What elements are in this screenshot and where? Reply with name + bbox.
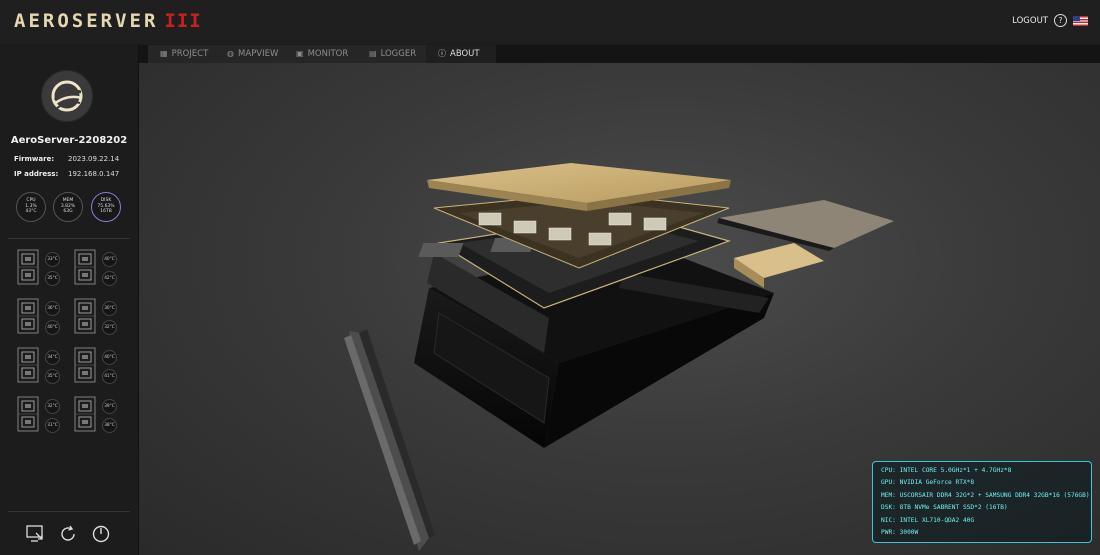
- sidebar: AeroServer-2208202 Firmware: 2023.09.22.1…: [0, 44, 139, 555]
- 3d-viewport[interactable]: CPU: INTEL CORE 5.0GHz*1 + 4.7GHz*8 GPU:…: [139, 63, 1100, 555]
- tab-label: MONITOR: [307, 49, 349, 59]
- clipboard-icon: ▤: [369, 49, 377, 58]
- tab-mapview[interactable]: ◍ MAPVIEW: [215, 45, 291, 63]
- gpu-chip-icon: [74, 347, 98, 383]
- gpu-temp-badge: 42°C: [102, 271, 117, 286]
- gpu-temp-badge: 35°C: [45, 271, 60, 286]
- us-flag-icon[interactable]: [1073, 15, 1088, 26]
- gpu-temp-badge: 40°C: [102, 350, 117, 365]
- tab-about[interactable]: ⓘ ABOUT: [426, 45, 496, 63]
- grid-icon: ▦: [160, 49, 168, 58]
- gpu-temp-badge: 30°C: [102, 301, 117, 316]
- gpu-temp-badge: 41°C: [102, 369, 117, 384]
- app-logo: AEROSERVER III: [14, 10, 202, 32]
- mem-gauge: MEM 3.82% 63G: [53, 192, 83, 222]
- tab-label: LOGGER: [380, 49, 417, 59]
- gpu-temp-badge: 32°C: [45, 399, 60, 414]
- usage-gauges: CPU 1.3% 43°C MEM 3.82% 63G DISK 75.63% 16TB: [16, 192, 126, 222]
- gpu-temp-badge: 33°C: [45, 252, 60, 267]
- gpu-chip-icon: [74, 298, 98, 334]
- disk-gauge: DISK 75.63% 16TB: [91, 192, 121, 222]
- gpu-chip-icon: [17, 298, 41, 334]
- gpu-chip-icon: [74, 396, 98, 432]
- gpu-chip-icon: [17, 347, 41, 383]
- gpu-chip-icon: [74, 249, 98, 285]
- tab-project[interactable]: ▦ PROJECT: [148, 45, 224, 63]
- remote-desktop-icon[interactable]: [25, 524, 45, 544]
- tab-label: PROJECT: [171, 49, 209, 59]
- avatar: [41, 70, 93, 122]
- gpu-temp-badge: 34°C: [45, 350, 60, 365]
- spec-nic: NIC: INTEL XL710-QDA2 40G: [881, 516, 975, 524]
- tab-logger[interactable]: ▤ LOGGER: [357, 45, 433, 63]
- tab-bar: ▦ PROJECT ◍ MAPVIEW ▣ MONITOR ▤ LOGGER ⓘ ABOU…: [139, 45, 1100, 63]
- power-icon[interactable]: [91, 524, 111, 544]
- gpu-temp-badge: 35°C: [45, 369, 60, 384]
- header-actions: LOGOUT ?: [1012, 14, 1088, 27]
- info-icon: ⓘ: [438, 49, 446, 58]
- ip-row: IP address: 192.168.0.147: [14, 170, 119, 178]
- question-circle-icon[interactable]: ?: [1054, 14, 1067, 27]
- refresh-icon[interactable]: [58, 524, 78, 544]
- gpu-temp-badge: 39°C: [102, 399, 117, 414]
- spec-gpu: GPU: NVIDIA GeForce RTX*8: [881, 479, 975, 487]
- server-name: AeroServer-2208202: [10, 135, 128, 146]
- gpu-temp-badge: 40°C: [45, 320, 60, 335]
- globe-icon: ◍: [227, 49, 234, 58]
- cpu-gauge: CPU 1.3% 43°C: [16, 192, 46, 222]
- gpu-chip-icon: [17, 396, 41, 432]
- gpu-temp-badge: 38°C: [102, 418, 117, 433]
- gpu-chip-icon: [17, 249, 41, 285]
- spec-power: PWR: 3000W: [881, 529, 919, 537]
- gpu-temp-badge: 32°C: [102, 320, 117, 335]
- divider: [8, 238, 130, 239]
- logo-text: AEROSERVER: [14, 10, 159, 32]
- ip-value: 192.168.0.147: [68, 170, 120, 178]
- gpu-temp-badge: 31°C: [45, 418, 60, 433]
- spec-mem: MEM: USCORSAIR DDR4 32G*2 + SAMSUNG DDR4…: [881, 491, 1090, 499]
- tab-label: MAPVIEW: [237, 49, 279, 59]
- spec-disk: DSK: 8TB NVMe SABRENT SSD*2 (16TB): [881, 504, 1008, 512]
- tab-label: ABOUT: [450, 49, 480, 59]
- gauge-subvalue: 43°C: [25, 209, 37, 214]
- tab-monitor[interactable]: ▣ MONITOR: [284, 45, 360, 63]
- top-bar: AEROSERVER III LOGOUT ?: [0, 0, 1100, 44]
- firmware-value: 2023.09.22.14: [68, 155, 120, 163]
- ip-label: IP address:: [14, 170, 59, 178]
- aeroserver-logo-icon: [51, 80, 83, 112]
- spec-cpu: CPU: INTEL CORE 5.0GHz*1 + 4.7GHz*8: [881, 467, 1012, 474]
- divider: [8, 511, 130, 512]
- monitor-icon: ▣: [296, 49, 304, 58]
- hardware-spec-panel: CPU: INTEL CORE 5.0GHz*1 + 4.7GHz*8 GPU:…: [872, 461, 1092, 543]
- gauge-subvalue: 16TB: [100, 209, 112, 214]
- firmware-row: Firmware: 2023.09.22.14: [14, 155, 119, 163]
- psu-module: [734, 243, 824, 288]
- firmware-label: Firmware:: [14, 155, 55, 163]
- side-panel: [717, 200, 894, 251]
- logo-mark: III: [164, 10, 202, 32]
- sidebar-actions: [0, 524, 138, 548]
- gpu-temp-badge: 40°C: [102, 252, 117, 267]
- gauge-subvalue: 63G: [63, 209, 73, 214]
- gpu-temp-badge: 36°C: [45, 301, 60, 316]
- logout-button[interactable]: LOGOUT: [1012, 16, 1048, 26]
